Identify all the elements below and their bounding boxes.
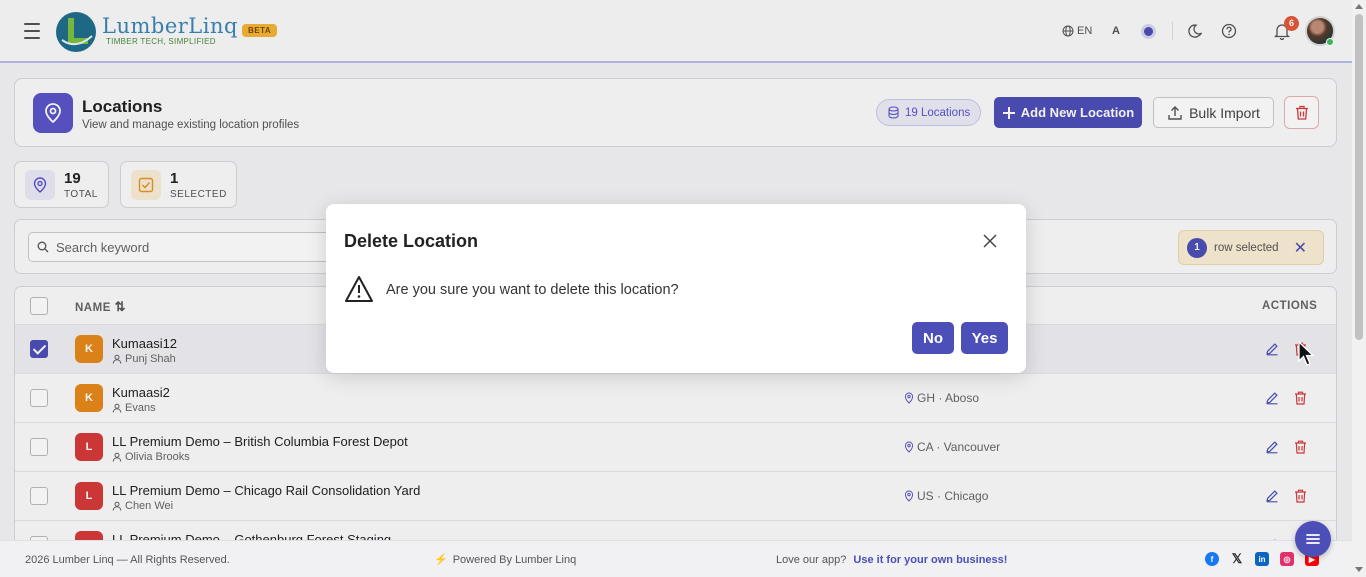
powered-by-label: Powered By Lumber Linq bbox=[452, 553, 577, 566]
x-twitter-icon[interactable]: 𝕏 bbox=[1230, 551, 1244, 566]
use-for-business-link[interactable]: Use it for your own business! bbox=[853, 554, 1007, 566]
page-scrollbar[interactable] bbox=[1352, 0, 1366, 577]
dialog-title: Delete Location bbox=[344, 231, 479, 251]
instagram-icon[interactable]: ◎ bbox=[1280, 552, 1294, 566]
scroll-thumb[interactable] bbox=[1355, 14, 1363, 340]
mouse-cursor-icon bbox=[1298, 341, 1315, 366]
close-icon[interactable] bbox=[981, 232, 999, 250]
copyright-text: 2026 Lumber Linq — All Rights Reserved. bbox=[25, 554, 230, 566]
scroll-up-arrow[interactable] bbox=[1355, 4, 1363, 9]
facebook-icon[interactable]: f bbox=[1205, 552, 1219, 566]
powered-by: ⚡ Powered By Lumber Linq bbox=[434, 553, 577, 567]
love-text: Love our app? bbox=[776, 554, 847, 566]
linkedin-icon[interactable]: in bbox=[1255, 552, 1269, 566]
bolt-icon: ⚡ bbox=[434, 554, 448, 566]
warning-icon bbox=[344, 275, 374, 306]
promo-text: Love our app? Use it for your own busine… bbox=[776, 554, 1007, 566]
social-links: f 𝕏 in ◎ ▶ bbox=[1205, 551, 1319, 566]
no-button[interactable]: No bbox=[912, 322, 954, 354]
scroll-down-arrow[interactable] bbox=[1355, 567, 1363, 572]
floating-menu-button[interactable] bbox=[1295, 521, 1331, 557]
lines-icon bbox=[1306, 534, 1320, 544]
yes-button[interactable]: Yes bbox=[961, 322, 1008, 354]
delete-location-dialog: Delete Location Are you sure you want to… bbox=[326, 204, 1026, 373]
page-footer: 2026 Lumber Linq — All Rights Reserved. … bbox=[0, 540, 1352, 577]
dialog-message: Are you sure you want to delete this loc… bbox=[386, 282, 679, 298]
